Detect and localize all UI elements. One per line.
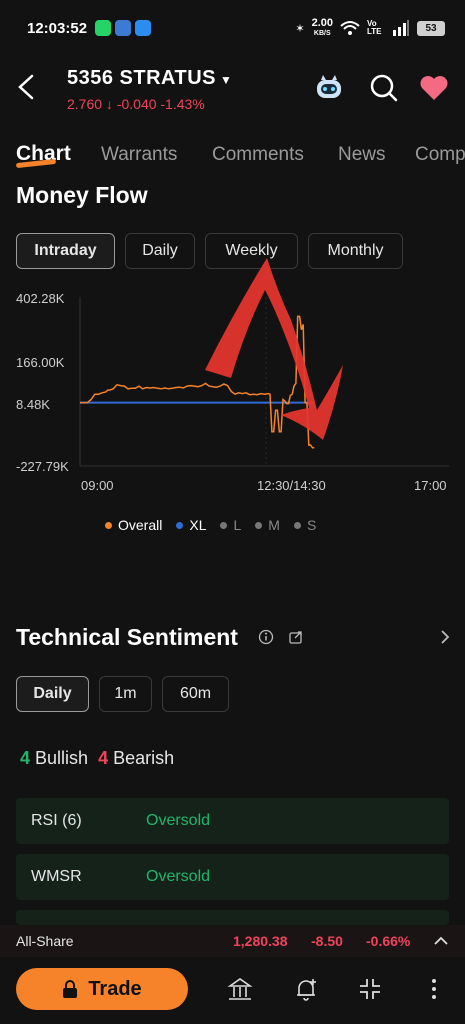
- period-intraday[interactable]: Intraday: [16, 233, 115, 269]
- ticker-percent: -0.66%: [366, 933, 411, 949]
- legend-dot: [176, 521, 184, 529]
- tab-bar: Chart Warrants Comments News Comp: [0, 140, 465, 180]
- collapse-icon[interactable]: [357, 976, 383, 1002]
- legend-label: Overall: [118, 517, 163, 533]
- stock-header: 5356 STRATUS ▼ 2.760 ↓ -0.040 -1.43%: [0, 60, 465, 116]
- volte-label: Vo LTE: [367, 19, 382, 36]
- lock-icon: [63, 980, 78, 998]
- bluetooth-icon: ✶: [295, 22, 305, 35]
- status-time: 12:03:52: [27, 19, 88, 37]
- sentiment-period-60m[interactable]: 60m: [162, 676, 229, 712]
- heart-icon[interactable]: [418, 72, 450, 104]
- red-arrow-annotation: [205, 258, 343, 440]
- bank-icon[interactable]: [227, 976, 253, 1002]
- indicator-row[interactable]: RSI (6) Oversold: [16, 798, 449, 844]
- chevron-up-icon[interactable]: [433, 934, 449, 948]
- x-tick-label: 09:00: [81, 478, 114, 493]
- tab-warrants[interactable]: Warrants: [101, 144, 177, 166]
- legend-dot: [220, 521, 228, 529]
- sentiment-period-daily[interactable]: Daily: [16, 676, 89, 712]
- stock-title[interactable]: 5356 STRATUS ▼: [67, 67, 232, 90]
- bullish-count: 4: [20, 748, 31, 768]
- tab-comp[interactable]: Comp: [415, 144, 465, 166]
- legend-dot: [105, 521, 112, 529]
- legend-dot: [255, 521, 263, 529]
- legend-dot: [293, 521, 301, 529]
- indicator-name: RSI (6): [31, 812, 82, 829]
- add-alert-icon[interactable]: [293, 976, 319, 1002]
- stock-title-text: 5356 STRATUS: [67, 67, 217, 89]
- chevron-right-icon[interactable]: [438, 629, 452, 645]
- x-tick-label: 17:00: [414, 478, 447, 493]
- legend-xl[interactable]: XL: [176, 517, 206, 533]
- legend-l[interactable]: L: [220, 517, 241, 533]
- x-tick-label: 12:30/14:30: [257, 478, 326, 493]
- bearish-label: Bearish: [113, 748, 175, 768]
- legend-m[interactable]: M: [255, 517, 280, 533]
- sentiment-counts: 4 Bullish 4 Bearish: [20, 748, 174, 769]
- index-ticker[interactable]: All-Share 1,280.38 -8.50 -0.66%: [0, 925, 465, 957]
- info-icon[interactable]: [258, 629, 274, 645]
- ticker-name: All-Share: [16, 933, 74, 949]
- search-icon[interactable]: [368, 72, 400, 104]
- indicator-value: Oversold: [146, 868, 211, 885]
- tab-comments[interactable]: Comments: [212, 144, 304, 166]
- ticker-change: -8.50: [311, 933, 343, 949]
- signal-icon: [393, 20, 409, 36]
- chart-legend: Overall XL L M S: [105, 517, 316, 533]
- period-daily[interactable]: Daily: [125, 233, 195, 269]
- tab-news[interactable]: News: [338, 144, 386, 166]
- whatsapp-icon: [95, 20, 112, 36]
- trade-button[interactable]: Trade: [16, 968, 188, 1010]
- net-speed: 2.00 KB/S: [311, 16, 333, 38]
- app-notification-icon: [115, 20, 132, 36]
- back-arrow-icon[interactable]: [14, 72, 38, 102]
- mail-icon: [135, 20, 152, 36]
- indicator-name: WMSR: [31, 868, 82, 885]
- indicator-row[interactable]: WMSR Oversold: [16, 854, 449, 900]
- dropdown-caret-icon: ▼: [220, 73, 233, 87]
- money-flow-title: Money Flow: [16, 182, 148, 208]
- bearish-count: 4: [98, 748, 109, 768]
- trade-label: Trade: [88, 977, 142, 1000]
- more-vertical-icon[interactable]: [421, 976, 447, 1002]
- wifi-icon: [340, 21, 360, 35]
- bottom-bar: Trade: [0, 957, 465, 1024]
- legend-label: L: [233, 517, 242, 533]
- indicator-value: Oversold: [146, 812, 211, 829]
- legend-label: XL: [189, 517, 207, 533]
- technical-sentiment-title: Technical Sentiment: [16, 624, 238, 650]
- net-speed-value: 2.00: [311, 16, 333, 29]
- sentiment-period-1m[interactable]: 1m: [99, 676, 152, 712]
- status-icons: ✶ 2.00 KB/S Vo LTE 53: [295, 16, 445, 38]
- share-icon[interactable]: [288, 629, 304, 645]
- legend-label: S: [306, 517, 317, 533]
- status-bar: 12:03:52 ✶ 2.00 KB/S Vo LTE 53: [0, 0, 465, 56]
- robot-assistant-icon[interactable]: [313, 72, 345, 104]
- ticker-value: 1,280.38: [233, 933, 288, 949]
- legend-s[interactable]: S: [293, 517, 317, 533]
- net-speed-unit: KB/S: [313, 29, 331, 37]
- bullish-label: Bullish: [35, 748, 89, 768]
- indicator-row-partial: [16, 910, 449, 925]
- legend-overall[interactable]: Overall: [105, 517, 162, 533]
- legend-label: M: [268, 517, 280, 533]
- stock-quote: 2.760 ↓ -0.040 -1.43%: [67, 96, 205, 112]
- battery-icon: 53: [417, 20, 445, 36]
